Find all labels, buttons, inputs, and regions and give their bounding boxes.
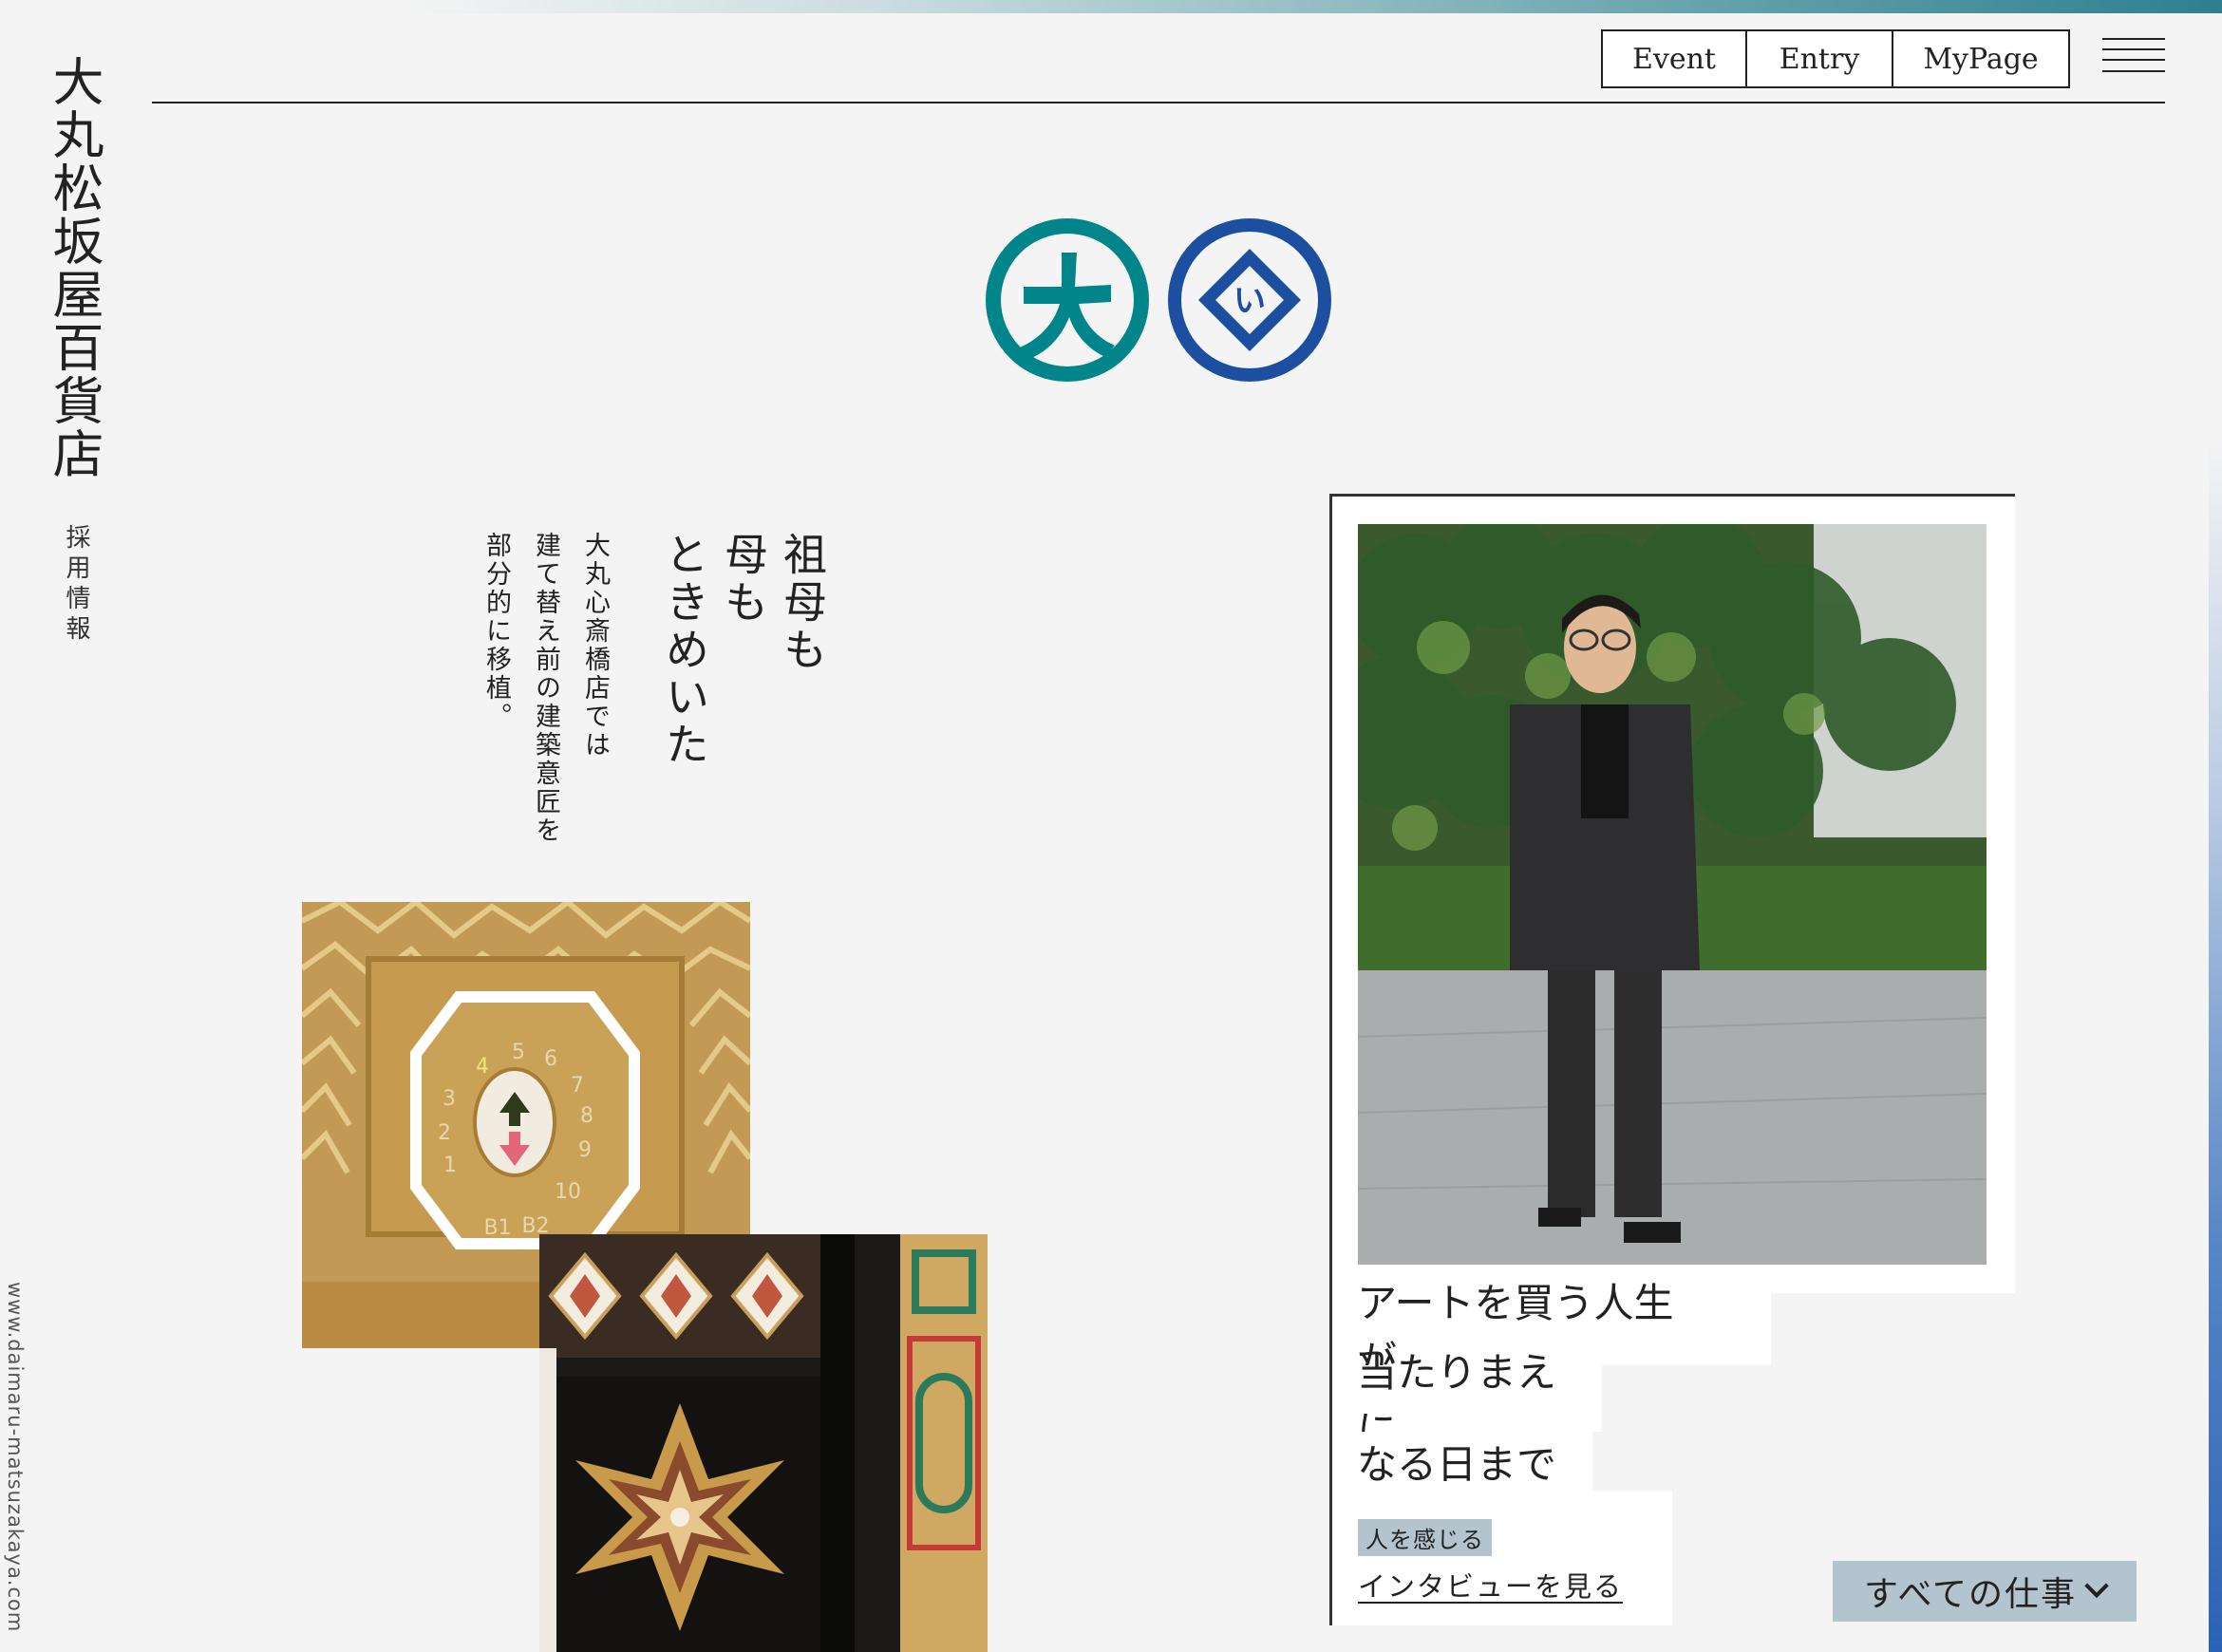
svg-text:7: 7 — [571, 1074, 584, 1098]
interview-person-photo[interactable] — [1358, 524, 1987, 1265]
top-gradient-bar — [0, 0, 2222, 13]
all-jobs-button[interactable]: すべての仕事 — [1833, 1561, 2137, 1622]
svg-text:4: 4 — [476, 1055, 489, 1079]
svg-text:B1: B1 — [483, 1216, 511, 1240]
svg-text:い: い — [1233, 282, 1266, 320]
svg-text:6: 6 — [544, 1047, 557, 1071]
hamburger-menu-icon[interactable] — [2102, 38, 2165, 72]
svg-text:2: 2 — [438, 1121, 451, 1145]
nav-mypage-button[interactable]: MyPage — [1892, 31, 2068, 86]
daimaru-logo — [986, 218, 1149, 382]
svg-text:5: 5 — [512, 1041, 525, 1064]
interview-title-line-2: 当たりまえに — [1332, 1349, 1602, 1454]
interview-tag: 人を感じる — [1358, 1519, 1492, 1556]
top-navigation: Event Entry MyPage — [1601, 29, 2070, 88]
brand-subtitle: 採用情報 — [62, 524, 90, 646]
nav-entry-button[interactable]: Entry — [1745, 31, 1892, 86]
svg-text:10: 10 — [555, 1180, 581, 1204]
svg-text:3: 3 — [443, 1087, 456, 1111]
svg-text:8: 8 — [580, 1104, 593, 1128]
svg-text:9: 9 — [578, 1138, 592, 1162]
matsuzakaya-logo: い — [1168, 218, 1331, 382]
brand-name[interactable]: 大丸松坂屋百貨店 — [44, 55, 104, 480]
interview-title-line-3: なる日まで — [1332, 1432, 1592, 1491]
header-rule — [152, 102, 2165, 103]
card-border-top — [1329, 494, 2015, 497]
feature-headline: 祖母も 母も ときめいた — [659, 532, 828, 769]
chevron-down-icon — [2084, 1573, 2109, 1599]
interview-link-box — [1332, 1491, 1672, 1625]
right-gradient-bar — [2209, 437, 2222, 1652]
all-jobs-label: すべての仕事 — [1863, 1575, 2078, 1614]
nav-event-button[interactable]: Event — [1603, 31, 1745, 86]
site-url: www.daimaru-matsuzakaya.com — [4, 1282, 27, 1633]
svg-text:1: 1 — [443, 1154, 457, 1177]
feature-body: 大丸心斎橋店では 建て替え前の建築意匠を 部分的に移植。 — [481, 532, 610, 845]
view-interview-link[interactable]: インタビューを見る — [1358, 1565, 1623, 1605]
marble-inlay-photo[interactable] — [539, 1234, 988, 1652]
